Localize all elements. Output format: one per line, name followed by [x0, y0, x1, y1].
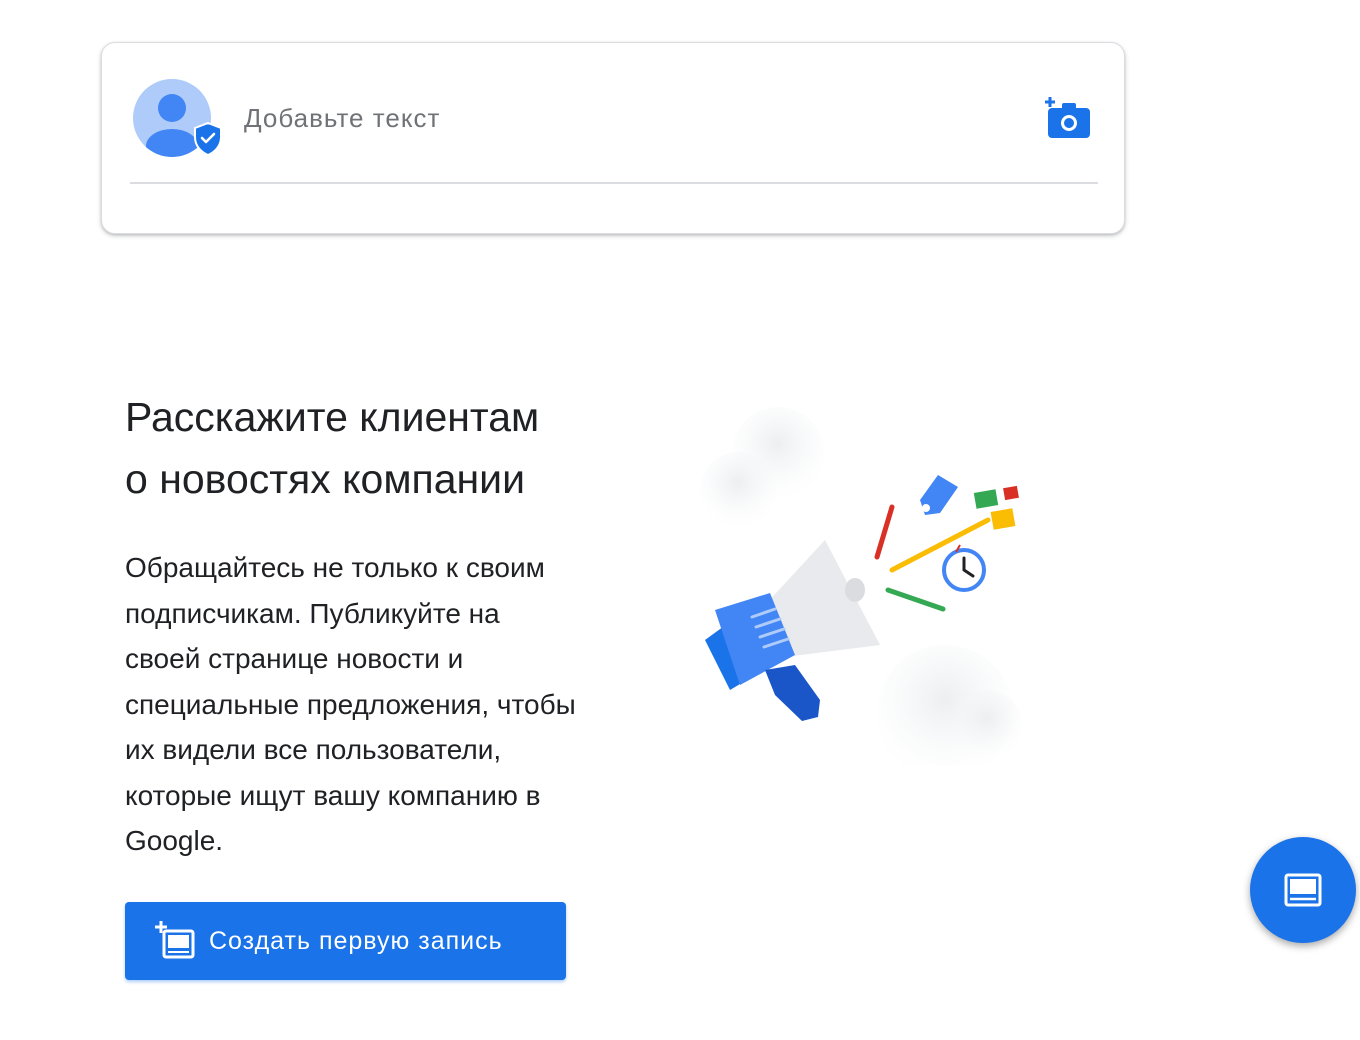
add-post-icon	[155, 921, 195, 959]
add-photo-camera-icon[interactable]	[1042, 95, 1092, 141]
post-icon	[1284, 873, 1322, 907]
promo-text-line: своей странице новости и	[125, 643, 464, 674]
verified-user-avatar-icon	[133, 79, 222, 157]
new-post-fab[interactable]	[1250, 837, 1356, 943]
megaphone-illustration	[700, 407, 1022, 765]
promo-text-line: Обращайтесь не только к своим	[125, 552, 545, 583]
promo-title: Расскажите клиентам о новостях компании	[125, 386, 685, 510]
promo-description: Обращайтесь не только к своим подписчика…	[125, 545, 645, 864]
create-first-post-label: Создать первую запись	[209, 926, 503, 955]
promo-text-line: специальные предложения, чтобы	[125, 688, 576, 720]
promo-text-line: их видели все пользователи,	[125, 734, 502, 765]
create-first-post-button[interactable]: Создать первую запись	[125, 902, 566, 980]
composer-divider	[130, 182, 1098, 184]
promo-title-line: о новостях компании	[125, 456, 525, 502]
promo-text-line: Google.	[125, 825, 224, 856]
megaphone-handle	[765, 665, 820, 721]
cloud-shape	[700, 452, 776, 528]
promo-text-line: которые ищут вашу компанию в	[125, 779, 541, 811]
cloud-shape	[952, 690, 1022, 760]
promo-title-line: Расскажите клиентам	[125, 394, 540, 440]
page: Расскажите клиентам о новостях компании …	[0, 0, 1360, 1040]
post-composer-card	[101, 42, 1125, 234]
post-text-input[interactable]	[242, 98, 1006, 138]
promo-text-line: подписчикам. Публикуйте на	[125, 597, 500, 629]
